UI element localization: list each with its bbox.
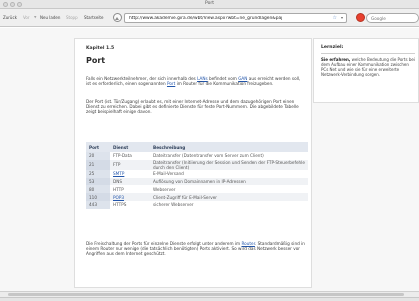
stop-button[interactable]: Stopp (66, 15, 78, 20)
port-number-cell: 21 (86, 159, 110, 170)
port-number-cell: 443 (86, 200, 110, 209)
scrollbar-thumb[interactable] (8, 293, 404, 296)
column-header-service: Dienst (110, 142, 150, 152)
page-title: Port (86, 56, 106, 65)
sidebar-title: Lernziel: (321, 45, 344, 50)
table-row: 25 SMTP E-Mail-Versand (86, 169, 308, 178)
port-number-cell: 80 (86, 185, 110, 194)
address-bar[interactable]: ☆ ▾ (124, 13, 347, 23)
reload-button[interactable]: Neu laden (40, 15, 60, 20)
port-number-cell: 110 (86, 193, 110, 201)
url-input[interactable] (129, 14, 325, 22)
home-button[interactable]: Startseite (84, 15, 103, 20)
service-cell: FTP (110, 159, 150, 170)
closing-paragraph: Die Freischaltung der Ports für einzelne… (86, 241, 306, 257)
description-cell: Auflösung von Domainnamen in IP-Adressen (150, 177, 308, 186)
chapter-label: Kapitel 1.5 (86, 46, 115, 51)
service-cell: FTP-Data (110, 152, 150, 160)
service-cell: HTTPS (110, 200, 150, 209)
intro-text: im Router für die Kommunikation freizuge… (175, 81, 274, 87)
url-dropdown-chevron-icon[interactable]: ▾ (341, 15, 343, 20)
port-number-cell: 53 (86, 177, 110, 186)
column-header-description: Beschreibung (150, 142, 308, 152)
column-header-port: Port (86, 142, 110, 152)
forward-button[interactable]: Vor (23, 15, 30, 20)
service-cell: SMTP (110, 169, 150, 178)
service-link[interactable]: SMTP (113, 171, 124, 176)
table-row: 110 POP3 Client-Zugriff für E-Mail-Server (86, 193, 308, 201)
intro-paragraph: Falls ein Netzwerkteilnehmer, der sich i… (86, 76, 306, 86)
table-row: 443 HTTPS sicherer Webserver (86, 200, 308, 209)
status-bar (0, 297, 419, 301)
table-row: 53 DNS Auflösung von Domainnamen in IP-Adr… (86, 177, 308, 186)
bookmark-star-icon[interactable]: ☆ (333, 15, 337, 21)
service-cell: HTTP (110, 185, 150, 194)
description-cell: E-Mail-Versand (150, 169, 308, 178)
description-cell: Webserver (150, 185, 308, 194)
article-panel: Kapitel 1.5 Port Falls ein Netzwerkteiln… (74, 38, 312, 288)
description-cell: sicherer Webserver (150, 200, 308, 209)
sidebar-text: Sie erfahren, welche Bedeutung die Ports… (321, 57, 415, 77)
table-row: 21 FTP Dateitransfer (Initiierung der Sess… (86, 159, 308, 170)
search-box[interactable] (366, 13, 419, 23)
table-header-row: Port Dienst Beschreibung (86, 142, 308, 152)
service-cell: DNS (110, 177, 150, 186)
browser-toolbar: Zurück Vor ▼ Neu laden Stopp Startseite … (0, 9, 419, 27)
service-link[interactable]: POP3 (113, 195, 124, 200)
forward-chevron-icon[interactable]: ▼ (34, 15, 36, 19)
ports-table: Port Dienst Beschreibung 20 FTP-Data Datei… (86, 142, 308, 209)
port-number-cell: 20 (86, 152, 110, 160)
port-explanation-paragraph: Der Port (ist. Tür/Zugang) erlaubt es, m… (86, 99, 299, 115)
window-title: Port (205, 1, 214, 6)
service-cell: POP3 (110, 193, 150, 201)
window-titlebar: Port (0, 0, 419, 9)
table-row: 80 HTTP Webserver (86, 185, 308, 194)
search-input[interactable] (371, 14, 413, 22)
description-cell: Client-Zugriff für E-Mail-Server (150, 193, 308, 201)
home-icon[interactable] (113, 13, 122, 22)
google-search-engine-icon[interactable] (356, 13, 365, 22)
table-row: 20 FTP-Data Dateitransfer (Datentransfer v… (86, 152, 308, 160)
description-cell: Dateitransfer (Datentransfer vom Server … (150, 152, 308, 160)
sidebar-divider (321, 53, 415, 54)
back-button[interactable]: Zurück (3, 15, 17, 20)
learning-goal-sidebar: Lernziel: Sie erfahren, welche Bedeutung… (313, 38, 419, 103)
web-content: Kapitel 1.5 Port Falls ein Netzwerkteiln… (0, 28, 419, 291)
description-cell: Dateitransfer (Initiierung der Session u… (150, 159, 308, 170)
port-number-cell: 25 (86, 169, 110, 178)
